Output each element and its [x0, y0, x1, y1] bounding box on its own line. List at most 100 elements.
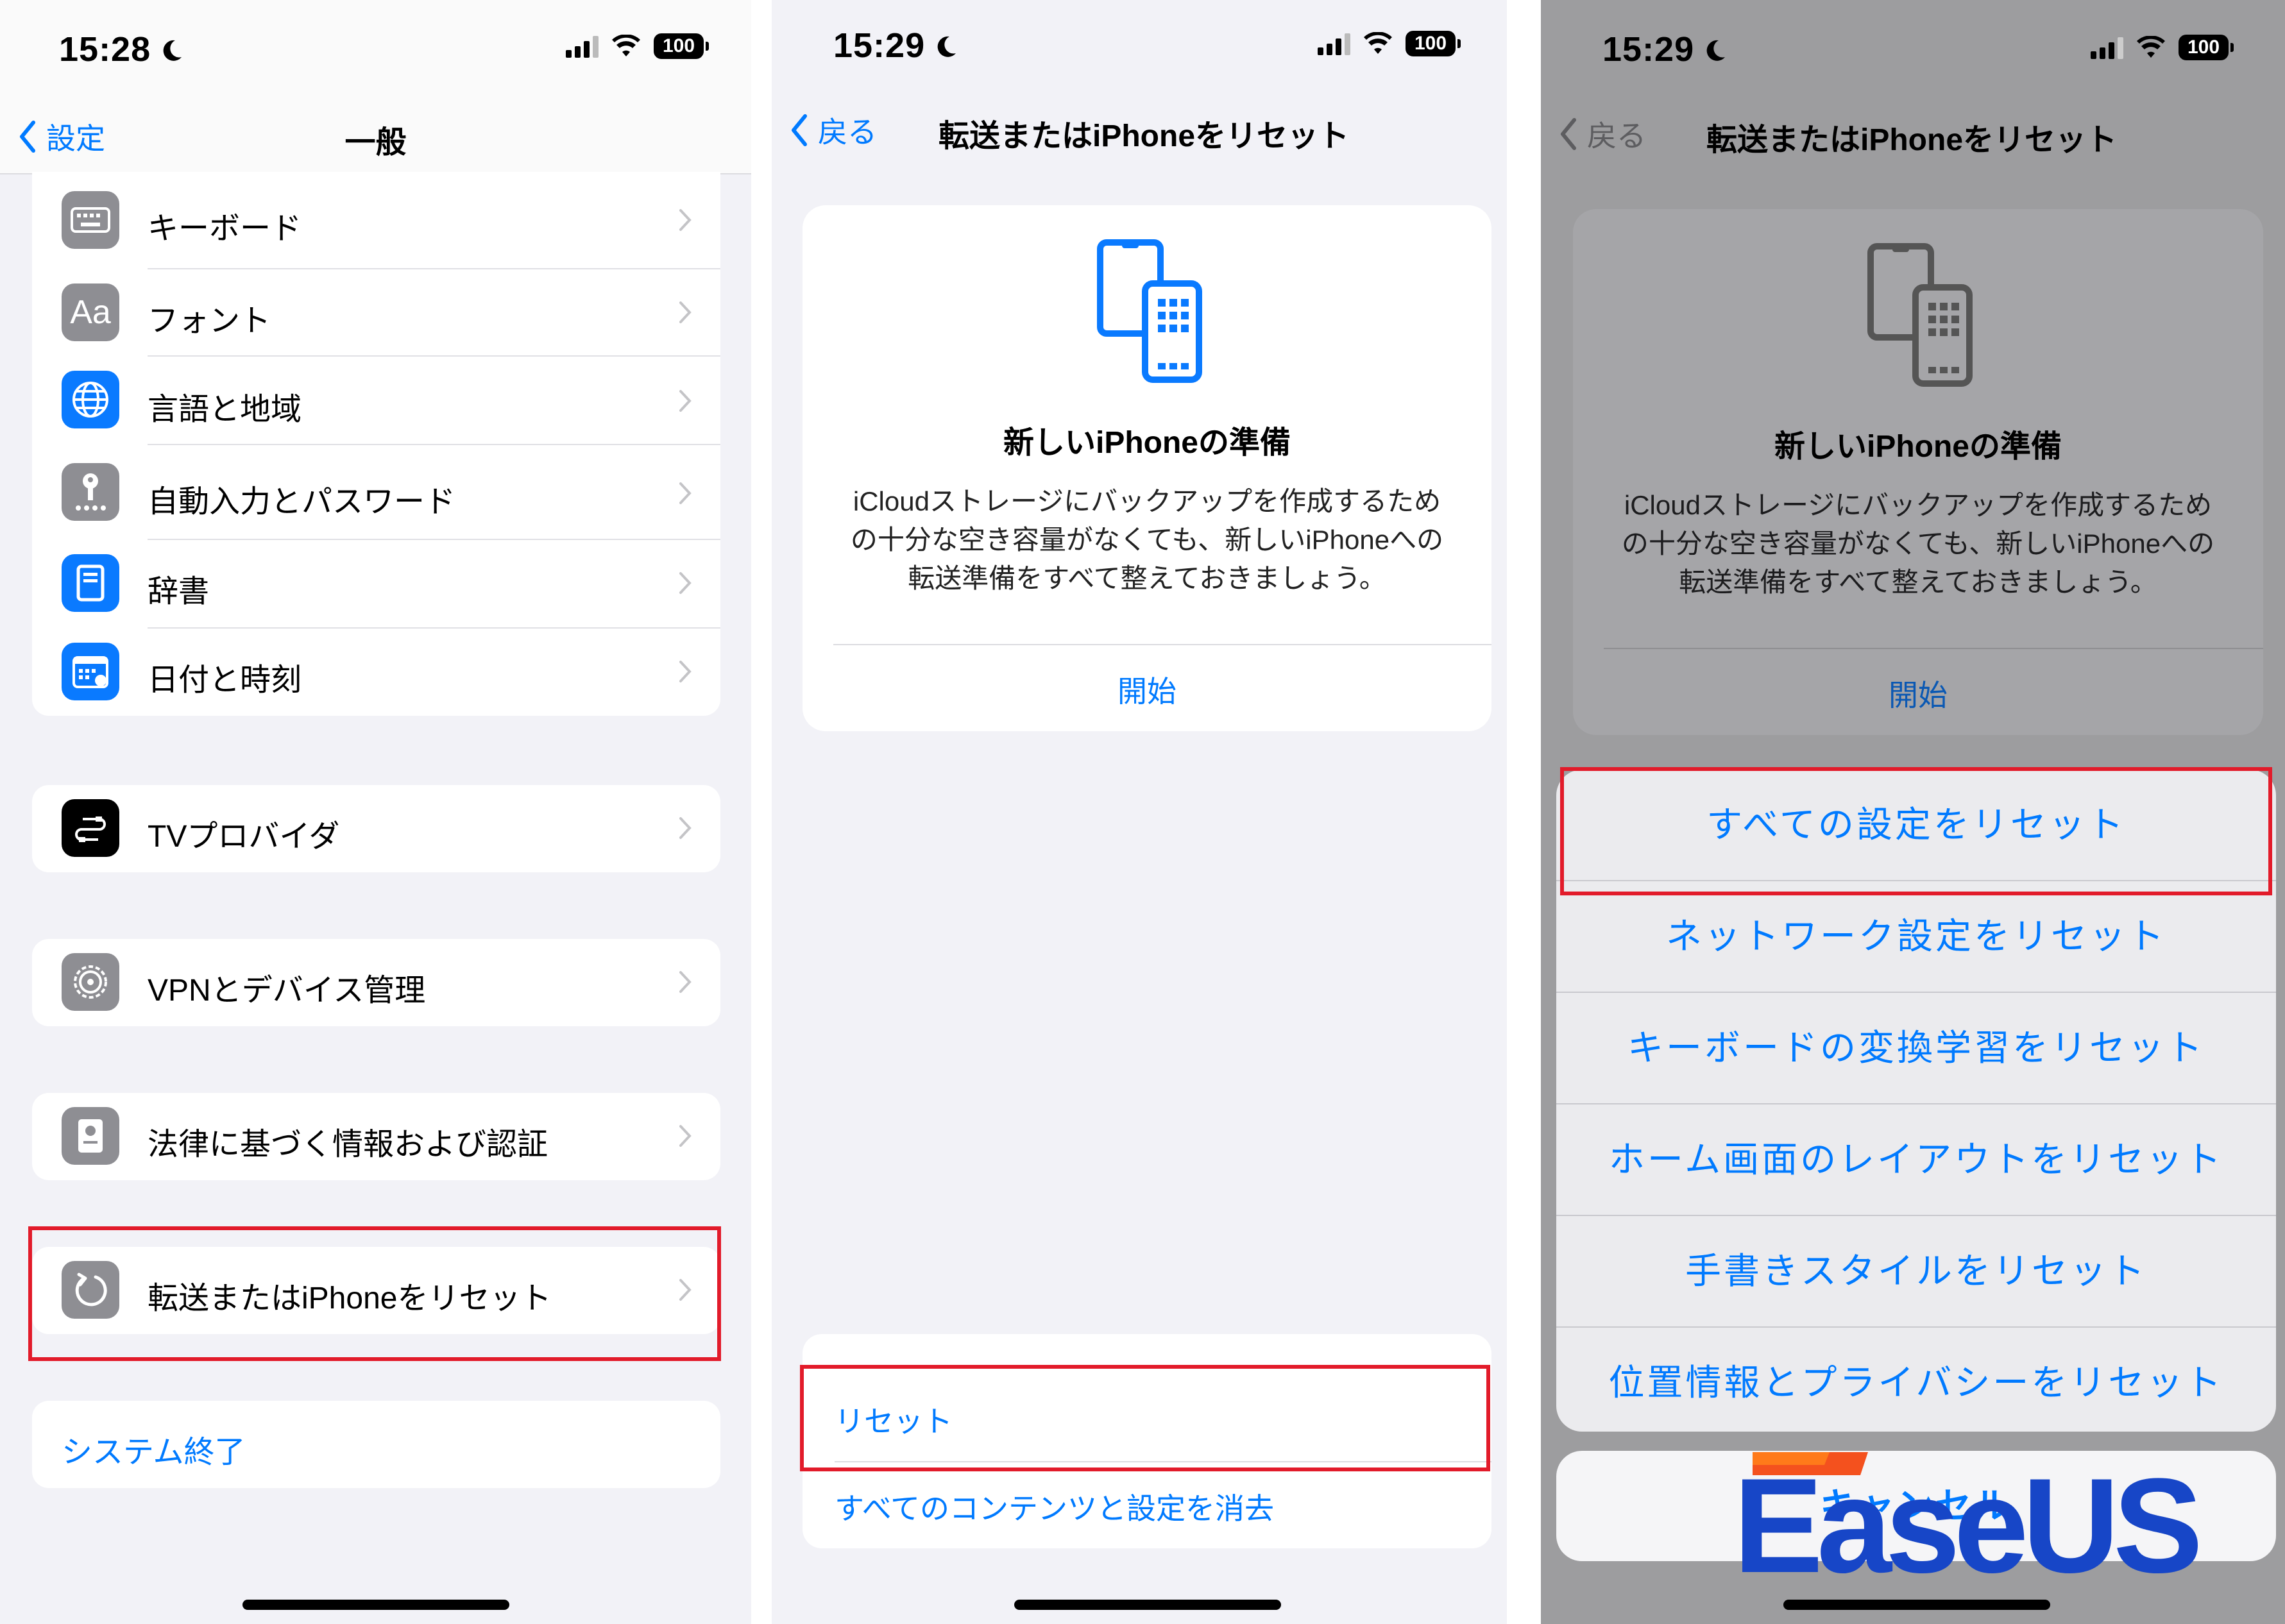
- gear-icon: [62, 953, 119, 1011]
- chevron-right-icon: [679, 482, 692, 504]
- settings-general-screen: 15:28 100 設定 一般 キーボード Aa フォント 言語と地域 自動入力…: [0, 0, 751, 1624]
- dictionary-icon: [62, 554, 119, 612]
- chevron-right-icon: [679, 1125, 692, 1147]
- shutdown-label: システム終了: [62, 1435, 246, 1469]
- certificate-icon: [62, 1107, 119, 1165]
- settings-row-label: TVプロバイダ: [148, 820, 340, 854]
- navigation-bar: 戻る 転送またはiPhoneをリセット: [772, 90, 1507, 167]
- chevron-left-icon: [1561, 118, 1576, 150]
- key-icon: [62, 463, 119, 521]
- battery-indicator: 100: [2179, 35, 2234, 60]
- settings-row-label: 日付と時刻: [148, 663, 302, 697]
- font-icon: Aa: [62, 283, 119, 341]
- settings-group-tv: TVプロバイダ: [32, 785, 720, 872]
- moon-icon: [937, 36, 956, 57]
- settings-row-label: フォント: [148, 304, 271, 338]
- settings-row-keyboard[interactable]: キーボード: [32, 172, 720, 268]
- navigation-bar: 設定 一般: [0, 96, 751, 174]
- prepare-new-iphone-card: 新しいiPhoneの準備 iCloudストレージにバックアップを作成するための十…: [1573, 209, 2263, 735]
- chevron-right-icon: [679, 301, 692, 323]
- phones-transfer-icon: [1867, 243, 1973, 387]
- chevron-right-icon: [679, 572, 692, 594]
- easeus-logo-icon: EaseUS: [1733, 1450, 2204, 1601]
- highlight-box: [28, 1226, 721, 1361]
- reset-network-settings-option[interactable]: ネットワーク設定をリセット: [1556, 881, 2276, 992]
- card-description: iCloudストレージにバックアップを作成するための十分な空き容量がなくても、新…: [850, 486, 1444, 593]
- settings-row-label: 法律に基づく情報および認証: [148, 1128, 548, 1162]
- chevron-right-icon: [679, 661, 692, 682]
- settings-row-language-region[interactable]: 言語と地域: [32, 357, 720, 444]
- settings-row-label: 辞書: [148, 575, 210, 609]
- settings-row-label: VPNとデバイス管理: [148, 974, 426, 1008]
- home-indicator: [1014, 1600, 1281, 1610]
- settings-row-dictionary[interactable]: 辞書: [32, 540, 720, 627]
- start-button: 開始: [1889, 679, 1948, 712]
- transfer-reset-screen: 15:29 100 戻る 転送またはiPhoneをリセット 新しいiPhoneの…: [772, 0, 1507, 1624]
- status-time: 15:29: [1602, 30, 1728, 69]
- battery-indicator: 100: [1406, 31, 1461, 56]
- battery-indicator: 100: [654, 33, 709, 59]
- reset-keyboard-dictionary-option[interactable]: キーボードの変換学習をリセット: [1556, 993, 2276, 1103]
- chevron-right-icon: [679, 209, 692, 231]
- settings-group-legal: 法律に基づく情報および認証: [32, 1093, 720, 1180]
- page-title: 一般: [344, 126, 407, 160]
- settings-group-vpn: VPNとデバイス管理: [32, 939, 720, 1026]
- wifi-icon: [2137, 36, 2165, 58]
- settings-row-label: 自動入力とパスワード: [148, 485, 456, 519]
- svg-text:EaseUS: EaseUS: [1733, 1450, 2198, 1588]
- chevron-right-icon: [679, 817, 692, 839]
- wifi-icon: [612, 35, 640, 56]
- back-label: 戻る: [818, 115, 877, 149]
- keyboard-icon: [62, 191, 119, 249]
- globe-icon: [62, 371, 119, 428]
- navigation-bar: 戻る 転送またはiPhoneをリセット: [1541, 94, 2285, 171]
- chevron-left-icon: [792, 114, 807, 146]
- prepare-new-iphone-card: 新しいiPhoneの準備 iCloudストレージにバックアップを作成するための十…: [803, 205, 1491, 731]
- card-title: 新しいiPhoneの準備: [1774, 430, 2062, 464]
- tv-provider-icon: [62, 799, 119, 857]
- phones-transfer-icon: [1097, 239, 1202, 383]
- start-button[interactable]: 開始: [803, 668, 1491, 711]
- wifi-icon: [1364, 32, 1392, 54]
- reset-handwriting-style-option[interactable]: 手書きスタイルをリセット: [1556, 1216, 2276, 1326]
- reset-action-sheet-screen: 15:29 100 戻る 転送またはiPhoneをリセット 新しいiPhoneの…: [1541, 0, 2285, 1624]
- settings-row-label: キーボード: [148, 212, 302, 246]
- chevron-right-icon: [679, 971, 692, 993]
- reset-location-privacy-option[interactable]: 位置情報とプライバシーをリセット: [1556, 1328, 2276, 1432]
- card-description: iCloudストレージにバックアップを作成するための十分な空き容量がなくても、新…: [1621, 490, 2215, 597]
- home-indicator: [242, 1600, 509, 1610]
- shutdown-button[interactable]: システム終了: [32, 1401, 720, 1488]
- status-time: 15:29: [833, 26, 958, 65]
- settings-row-label: 言語と地域: [148, 393, 302, 427]
- status-bar: 15:29 100: [1541, 0, 2285, 96]
- settings-row-vpn-device-management[interactable]: VPNとデバイス管理: [32, 939, 720, 1026]
- settings-row-tv-provider[interactable]: TVプロバイダ: [32, 785, 720, 872]
- moon-icon: [1706, 40, 1726, 61]
- back-button[interactable]: 戻る: [1559, 113, 1646, 155]
- page-title: 転送またはiPhoneをリセット: [939, 119, 1350, 153]
- cellular-signal-icon: [1318, 32, 1350, 55]
- home-indicator: [1783, 1600, 2050, 1610]
- highlight-box: [1560, 767, 2272, 895]
- erase-all-content-button[interactable]: すべてのコンテンツと設定を消去: [835, 1485, 1491, 1528]
- calendar-icon: [62, 643, 119, 700]
- settings-row-legal-regulatory[interactable]: 法律に基づく情報および認証: [32, 1093, 720, 1180]
- status-time: 15:28: [59, 30, 184, 69]
- cellular-signal-icon: [2091, 36, 2123, 59]
- settings-row-autofill-passwords[interactable]: 自動入力とパスワード: [32, 445, 720, 539]
- moon-icon: [163, 40, 182, 61]
- settings-group-input: キーボード Aa フォント 言語と地域 自動入力とパスワード 辞書 日付と時刻: [32, 172, 720, 716]
- status-bar: 15:29 100: [772, 0, 1507, 96]
- easeus-watermark: EaseUS: [1733, 1441, 2285, 1601]
- reset-home-screen-layout-option[interactable]: ホーム画面のレイアウトをリセット: [1556, 1104, 2276, 1215]
- settings-group-shutdown: システム終了: [32, 1401, 720, 1488]
- card-title: 新しいiPhoneの準備: [1003, 426, 1291, 460]
- status-bar: 15:28 100: [0, 0, 751, 96]
- cellular-signal-icon: [566, 35, 599, 58]
- chevron-right-icon: [679, 390, 692, 412]
- back-label: 戻る: [1587, 119, 1646, 153]
- settings-row-date-time[interactable]: 日付と時刻: [32, 629, 720, 716]
- page-title: 転送またはiPhoneをリセット: [1706, 123, 2118, 157]
- back-button[interactable]: 戻る: [790, 109, 877, 151]
- settings-row-fonts[interactable]: Aa フォント: [32, 269, 720, 355]
